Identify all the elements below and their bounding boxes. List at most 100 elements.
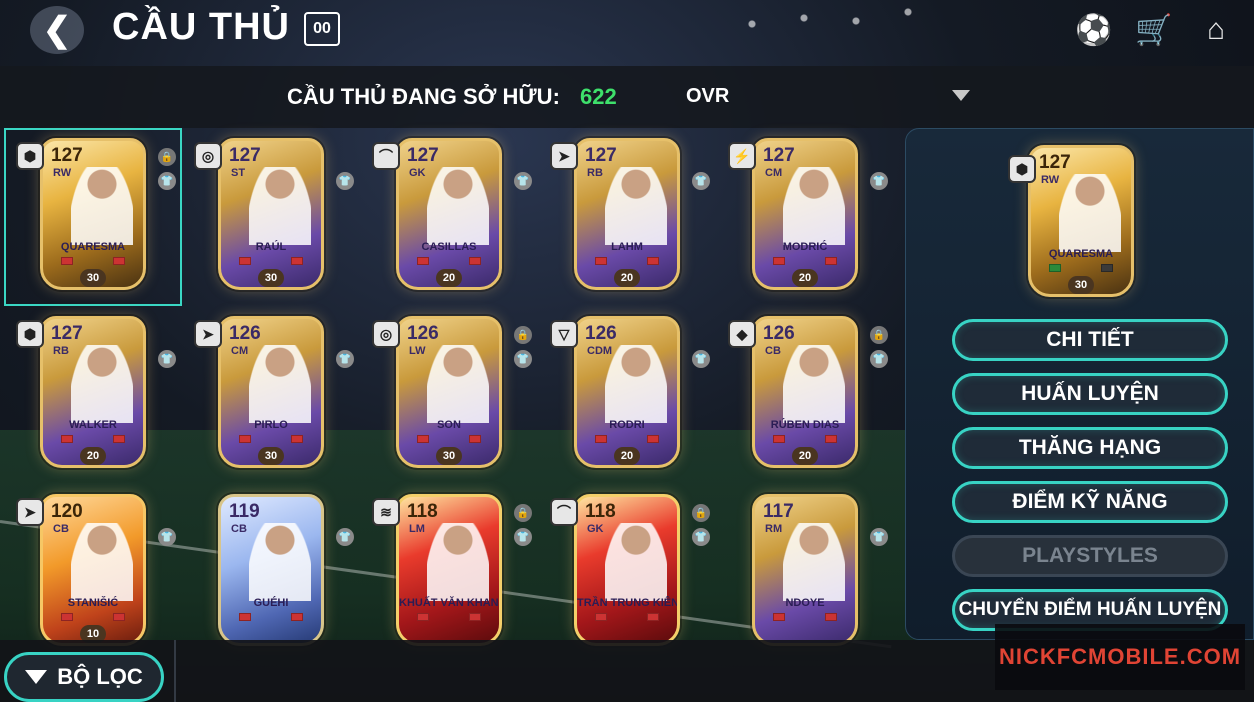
nation-flag-icon — [417, 257, 429, 265]
player-portrait — [605, 523, 667, 601]
lock-icon: 🔒 — [692, 504, 710, 522]
player-card-slot[interactable]: 117 RM NDOYE 👕 — [716, 484, 894, 662]
card-name: RODRI — [609, 419, 645, 431]
club-badge-icon — [113, 613, 125, 621]
shirt-icon: 👕 — [158, 350, 176, 368]
selected-player-card[interactable]: 127 RW QUARESMA 30 ⬢ — [1008, 139, 1146, 315]
nation-flag-icon — [773, 435, 785, 443]
card-flags — [417, 435, 481, 445]
soccer-ball-icon[interactable]: ⚽ — [1074, 10, 1114, 50]
player-portrait — [427, 167, 489, 245]
card-flags — [61, 613, 125, 623]
player-portrait — [783, 345, 845, 423]
program-badge-icon: ⬢ — [16, 142, 44, 170]
player-card-slot[interactable]: 127 RB LAHM 20 ➤ 👕 — [538, 128, 716, 306]
club-badge-icon — [1101, 264, 1113, 272]
card-level: 20 — [792, 447, 818, 465]
player-card-slot[interactable]: 118 LM KHUẤT VĂN KHANG ≋ 🔒 👕 — [360, 484, 538, 662]
card-flags — [417, 257, 481, 267]
card-level: 30 — [1068, 276, 1094, 294]
sort-dropdown[interactable]: OVR — [668, 74, 986, 118]
home-icon[interactable]: ⌂ — [1196, 10, 1236, 50]
card-name: WALKER — [69, 419, 117, 431]
card-frame: 127 RW QUARESMA 30 — [1028, 145, 1134, 297]
card-level: 30 — [258, 269, 284, 287]
player-card-slot[interactable]: 120 CB STANIŠIĆ 10 ➤ 👕 — [4, 484, 182, 662]
card-name: QUARESMA — [60, 241, 126, 253]
card-ovr: 126 — [407, 323, 439, 344]
program-badge-icon: ⌒ — [550, 498, 578, 526]
card-position: RB — [587, 167, 603, 179]
nation-flag-icon — [239, 257, 251, 265]
card-name: TRẦN TRUNG KIÊN — [577, 597, 680, 609]
cart-icon[interactable]: 🛒 — [1134, 10, 1174, 50]
nation-flag-icon — [595, 435, 607, 443]
shirt-icon: 👕 — [336, 528, 354, 546]
player-portrait — [71, 345, 133, 423]
player-card-slot[interactable]: 126 LW SON 30 ◎ 🔒 👕 — [360, 306, 538, 484]
playstyles-button[interactable]: PLAYSTYLES — [952, 535, 1228, 577]
rank-up-button[interactable]: THĂNG HẠNG — [952, 427, 1228, 469]
club-badge-icon — [113, 257, 125, 265]
filter-button[interactable]: BỘ LỌC — [4, 652, 164, 702]
player-card-slot[interactable]: 127 CM MODRIĆ 20 ⚡ 👕 — [716, 128, 894, 306]
lock-icon: 🔒 — [514, 504, 532, 522]
nation-flag-icon — [773, 613, 785, 621]
card-position: GK — [587, 523, 604, 535]
shirt-icon: 👕 — [514, 350, 532, 368]
card-ovr: 127 — [407, 145, 439, 166]
nation-flag-icon — [61, 613, 73, 621]
program-badge-icon: ➤ — [550, 142, 578, 170]
player-portrait — [249, 167, 311, 245]
card-level: 30 — [436, 447, 462, 465]
card-flags — [417, 613, 481, 623]
player-card-slot[interactable]: 126 CB RÚBEN DIAS 20 ◆ 🔒 👕 — [716, 306, 894, 484]
program-badge-icon: ⚡ — [728, 142, 756, 170]
player-portrait — [71, 167, 133, 245]
player-card-slot[interactable]: 118 GK TRẦN TRUNG KIÊN ⌒ 🔒 👕 — [538, 484, 716, 662]
card-level: 30 — [80, 269, 106, 287]
player-card-slot[interactable]: 126 CDM RODRI 20 ▽ 👕 — [538, 306, 716, 484]
player-card: 126 LW SON 30 — [396, 316, 502, 468]
card-position: CB — [231, 523, 247, 535]
train-button[interactable]: HUẤN LUYỆN — [952, 373, 1228, 415]
card-name: QUARESMA — [1048, 248, 1114, 260]
card-flags — [239, 257, 303, 267]
player-card-slot[interactable]: 126 CM PIRLO 30 ➤ 👕 — [182, 306, 360, 484]
shirt-icon: 👕 — [692, 172, 710, 190]
club-badge-icon — [291, 613, 303, 621]
nation-flag-icon — [239, 613, 251, 621]
club-badge-icon — [647, 435, 659, 443]
player-card-slot[interactable]: 127 GK CASILLAS 20 ⌒ 👕 — [360, 128, 538, 306]
player-portrait — [605, 345, 667, 423]
player-card-slot[interactable]: 127 RB WALKER 20 ⬢ 👕 — [4, 306, 182, 484]
nation-flag-icon — [239, 435, 251, 443]
player-card: 127 RW QUARESMA 30 — [40, 138, 146, 290]
owned-count: 622 — [580, 84, 617, 109]
details-button[interactable]: CHI TIẾT — [952, 319, 1228, 361]
player-card: 127 GK CASILLAS 20 — [396, 138, 502, 290]
player-card-slot[interactable]: 127 RW QUARESMA 30 ⬢ 🔒 👕 — [4, 128, 182, 306]
shirt-icon: 👕 — [870, 350, 888, 368]
divider — [174, 640, 176, 702]
player-card-slot[interactable]: 119 CB GUÉHI 👕 — [182, 484, 360, 662]
player-action-panel: 127 RW QUARESMA 30 ⬢ CHI TIẾT HUẤN LUYỆN… — [905, 128, 1254, 640]
card-flags — [61, 435, 125, 445]
player-card-slot[interactable]: 127 ST RAÚL 30 ◎ 👕 — [182, 128, 360, 306]
player-portrait — [427, 523, 489, 601]
card-ovr: 119 — [229, 501, 260, 522]
card-flags — [61, 257, 125, 267]
nation-flag-icon — [595, 257, 607, 265]
card-position: CM — [765, 167, 783, 179]
card-position: CM — [231, 345, 249, 357]
card-position: RB — [53, 345, 69, 357]
card-name: RAÚL — [255, 241, 287, 253]
skill-points-button[interactable]: ĐIỂM KỸ NĂNG — [952, 481, 1228, 523]
back-button[interactable]: ❮ — [30, 6, 84, 54]
player-portrait — [71, 523, 133, 601]
card-level: 20 — [436, 269, 462, 287]
card-name: NDOYE — [785, 597, 825, 609]
card-ovr: 126 — [229, 323, 261, 344]
watermark-logo: NICKFCMOBILE.COM — [995, 624, 1245, 690]
lock-icon: 🔒 — [514, 326, 532, 344]
